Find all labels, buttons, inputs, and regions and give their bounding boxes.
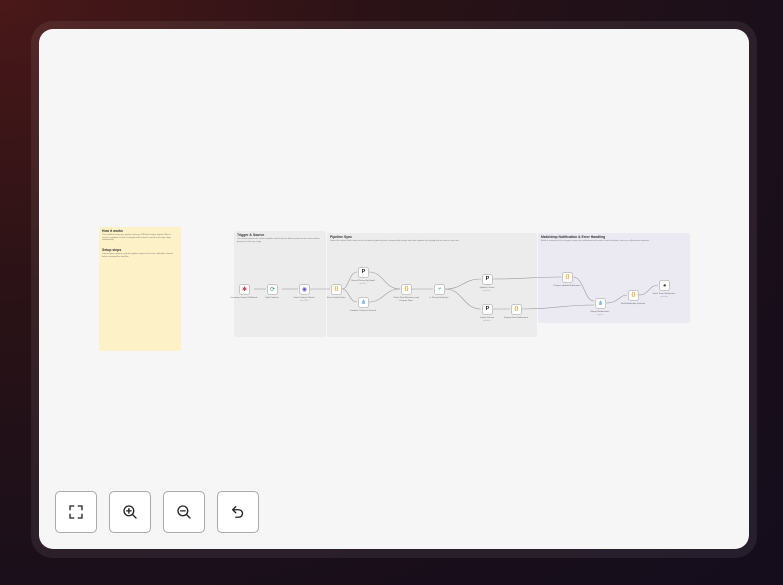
node-update-person[interactable]: P (482, 274, 493, 285)
code-icon: {} (631, 292, 636, 298)
screen: { "workflow": { "notes": [ {"key":"how",… (0, 0, 783, 585)
node-create-person[interactable]: P (482, 304, 493, 315)
node-check-deal-existence[interactable]: {} (401, 284, 412, 295)
node-label: Store Contact Data (326, 297, 346, 299)
merge-icon: ⋔ (597, 300, 604, 307)
zoom-in-button[interactable] (109, 491, 151, 533)
webhook-icon: ✱ (241, 286, 248, 293)
crm-icon: ◉ (301, 286, 308, 293)
node-incoming-contact-webhook[interactable]: ✱ (239, 284, 250, 295)
node-label: Is Person Existing? (429, 297, 449, 299)
code-icon: {} (565, 274, 570, 280)
node-prepare-update-notification[interactable]: {} (562, 272, 573, 283)
node-label: Prepare New Notification (503, 317, 529, 319)
node-is-person-existing[interactable]: ⑂ (434, 284, 445, 295)
node-label: Search Person by Email pipedrive (351, 280, 375, 285)
node-label: Fetch Contact Details from CRM (293, 297, 315, 302)
code-icon: {} (514, 306, 519, 312)
node-split-contacts[interactable]: ⟳ (267, 284, 278, 295)
node-label: Send Team Notification mailchimp (652, 293, 676, 298)
zoom-out-icon (177, 505, 191, 519)
merge-icon: ⋔ (360, 299, 367, 306)
node-label: Create Person pipedrive (479, 317, 495, 322)
connection-wires (254, 271, 659, 310)
node-label: Update Person pipedrive (479, 287, 495, 292)
node-prepare-new-notification[interactable]: {} (511, 304, 522, 315)
pipedrive-icon: P (485, 305, 490, 312)
node-label: Prepare Update Notification (553, 285, 581, 287)
node-fetch-contact-details[interactable]: ◉ (299, 284, 310, 295)
mailchimp-icon: ◕ (662, 282, 667, 289)
node-build-mailchimp-payload[interactable]: {} (628, 290, 639, 301)
node-label: Incoming Contact Webhook (230, 297, 258, 299)
pipedrive-icon: P (485, 275, 490, 282)
node-merge-notifications[interactable]: ⋔ (595, 298, 606, 309)
node-search-person-by-email[interactable]: P (358, 267, 369, 278)
zoom-out-button[interactable] (163, 491, 205, 533)
workflow-canvas[interactable]: How it works This workflow keeps your pi… (39, 29, 749, 549)
node-label: Build Mailchimp Payload (621, 303, 645, 305)
node-label: Check Deal Existence and Prepare Data (393, 297, 419, 302)
fit-to-view-icon (69, 505, 83, 519)
node-send-team-notification[interactable]: ◕ (659, 280, 670, 291)
loop-icon: ⟳ (269, 286, 276, 293)
fit-to-view-button[interactable] (55, 491, 97, 533)
node-label: Split Contacts (265, 297, 279, 299)
node-store-contact-data[interactable]: {} (331, 284, 342, 295)
code-icon: {} (334, 286, 339, 292)
zoom-in-icon (123, 505, 137, 519)
pipedrive-icon: P (361, 268, 366, 275)
if-icon: ⑂ (437, 286, 442, 293)
node-label: Merge Notifications append (590, 311, 610, 316)
code-icon: {} (404, 286, 409, 292)
node-label: Combine Contact & Search (349, 310, 377, 312)
undo-icon (232, 506, 244, 518)
undo-button[interactable] (217, 491, 259, 533)
node-combine-contact-search[interactable]: ⋔ (358, 297, 369, 308)
